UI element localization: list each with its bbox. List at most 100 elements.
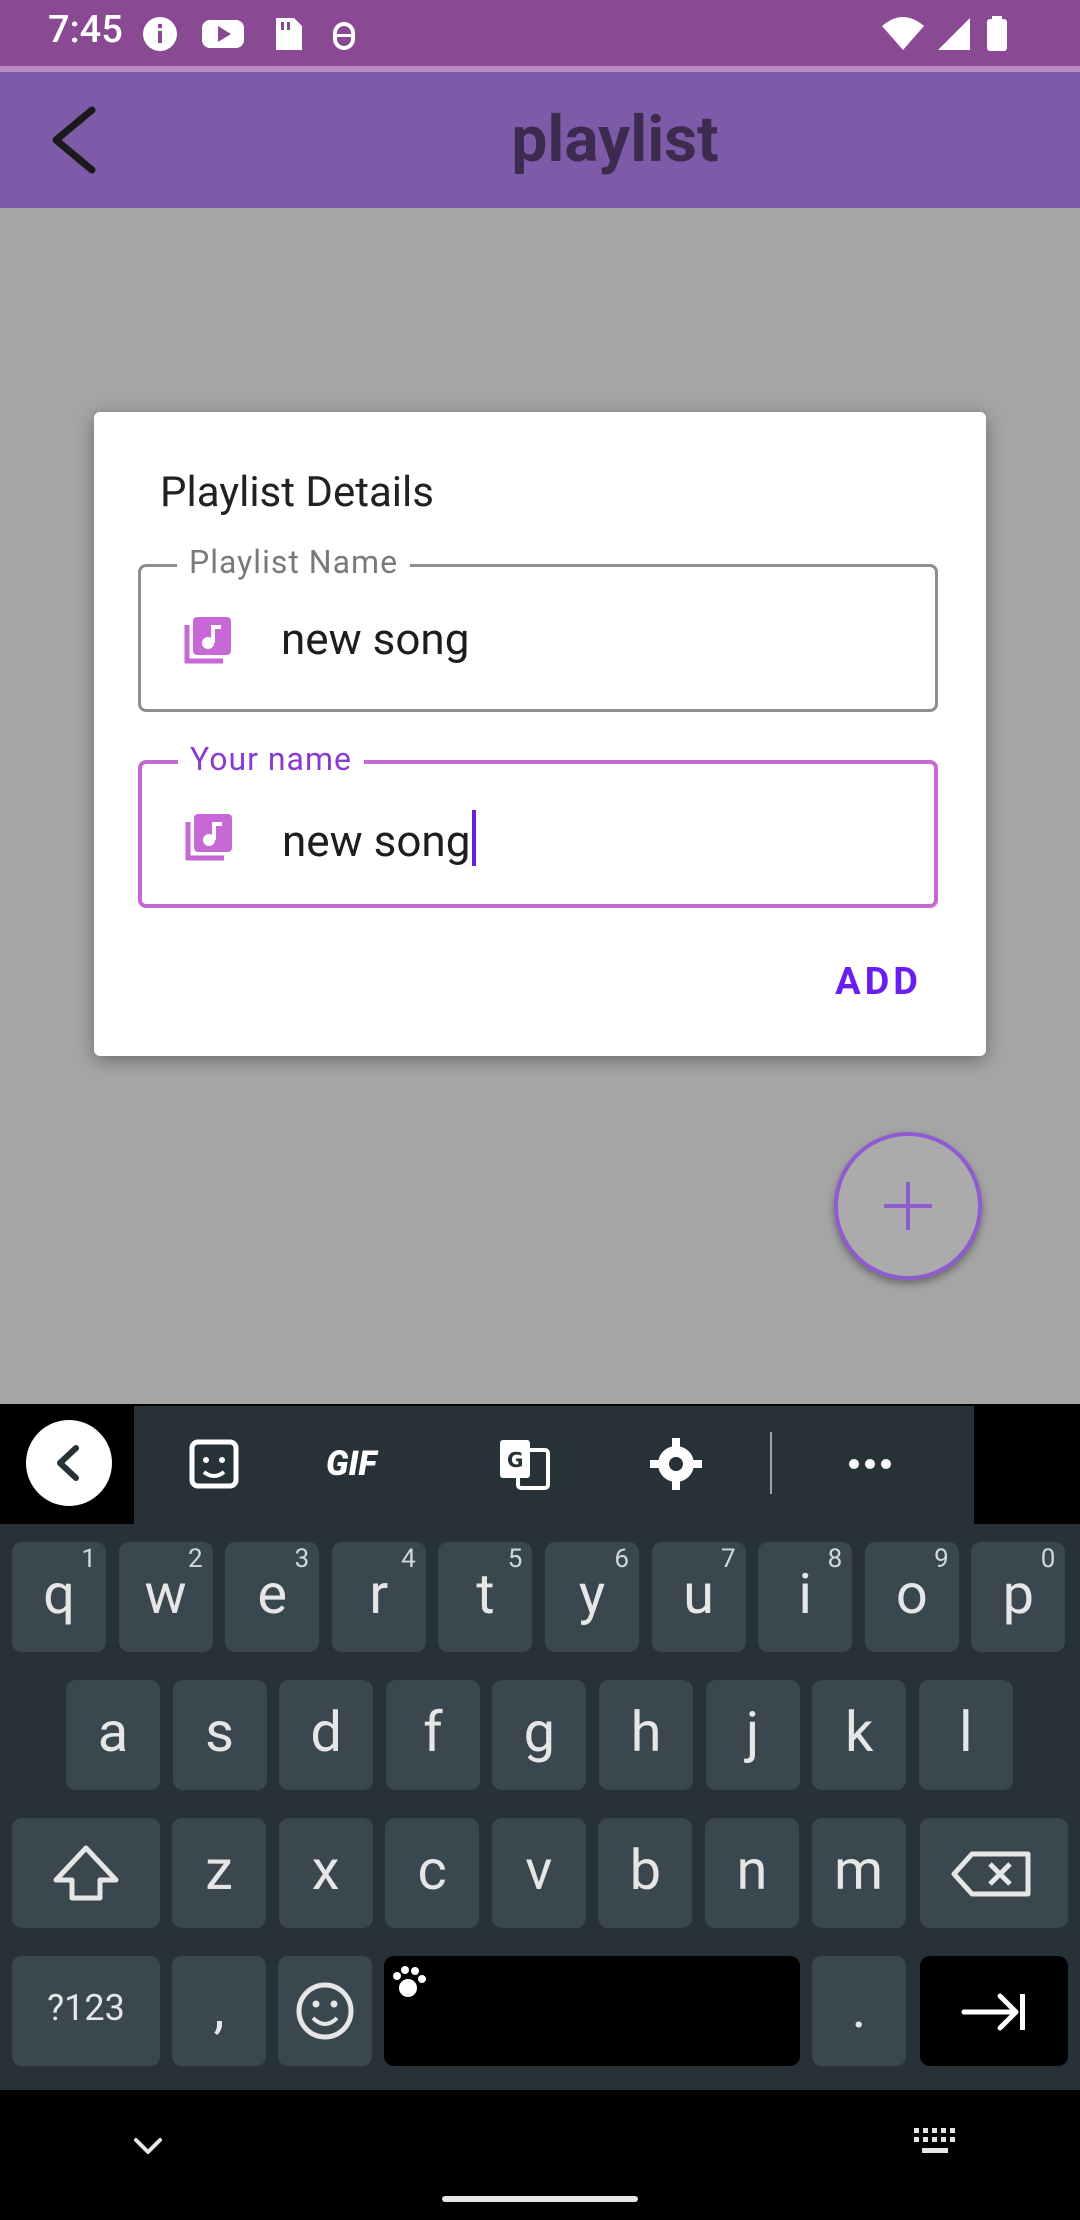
key-label: i xyxy=(798,1561,812,1627)
key-n[interactable]: n xyxy=(705,1818,799,1928)
key-label: w xyxy=(144,1561,187,1627)
key-label: p xyxy=(1002,1561,1035,1627)
text-cursor xyxy=(472,810,477,866)
settings-icon[interactable] xyxy=(646,1434,706,1494)
key-j[interactable]: j xyxy=(705,1680,800,1790)
backspace-icon xyxy=(951,1851,1031,1897)
paw-icon xyxy=(393,1966,426,1997)
your-name-input[interactable]: new song xyxy=(282,810,477,867)
key-a[interactable]: a xyxy=(66,1680,160,1790)
sd-card-icon xyxy=(276,18,302,50)
playlist-name-label: Playlist Name xyxy=(177,543,411,581)
chevron-left-icon xyxy=(57,1445,79,1481)
svg-text:G: G xyxy=(507,1448,523,1472)
key-hint: 4 xyxy=(401,1544,416,1574)
keyboard-toolbar: GIF G xyxy=(0,1404,1080,1524)
navigation-bar xyxy=(0,2090,1080,2220)
key-label: e xyxy=(257,1561,288,1627)
battery-icon xyxy=(987,16,1007,51)
tab-next-icon xyxy=(961,1993,1025,2031)
key-hint: 7 xyxy=(720,1544,736,1574)
translate-icon[interactable]: G xyxy=(494,1434,554,1494)
emoji-key[interactable] xyxy=(278,1956,372,2066)
soft-keyboard: GIF G q1w2e3r4t5y6u7i8o9p0 asdfghjkl zxc… xyxy=(0,1404,1080,2090)
key-m[interactable]: m xyxy=(811,1818,906,1928)
key-label: o xyxy=(895,1561,928,1627)
key-s[interactable]: s xyxy=(172,1680,267,1790)
your-name-label: Your name xyxy=(178,740,364,778)
key-l[interactable]: l xyxy=(918,1680,1013,1790)
page-title: playlist xyxy=(511,102,719,177)
playlist-name-field[interactable]: Playlist Name new song xyxy=(138,543,938,712)
more-icon[interactable] xyxy=(840,1434,900,1494)
key-o[interactable]: o9 xyxy=(864,1542,959,1652)
youtube-icon xyxy=(202,20,244,48)
key-label: r xyxy=(369,1561,389,1627)
key-hint: 0 xyxy=(1040,1544,1056,1574)
key-k[interactable]: k xyxy=(812,1680,907,1790)
key-hint: 1 xyxy=(81,1544,96,1574)
backspace-key[interactable] xyxy=(920,1818,1068,1928)
next-key[interactable] xyxy=(920,1956,1068,2066)
wifi-icon xyxy=(882,17,924,50)
period-key[interactable]: . xyxy=(812,1956,906,2066)
key-v[interactable]: v xyxy=(491,1818,586,1928)
sticker-icon[interactable] xyxy=(184,1434,244,1494)
key-label: q xyxy=(43,1561,75,1627)
key-label: u xyxy=(683,1561,715,1627)
key-y[interactable]: y6 xyxy=(545,1542,639,1652)
your-name-field[interactable]: Your name new song xyxy=(138,740,938,908)
key-hint: 3 xyxy=(294,1544,310,1574)
key-f[interactable]: f xyxy=(385,1680,480,1790)
key-label: t xyxy=(476,1561,495,1627)
toolbar-divider xyxy=(770,1432,772,1494)
key-c[interactable]: c xyxy=(385,1818,480,1928)
key-p[interactable]: p0 xyxy=(971,1542,1066,1652)
chevron-down-icon[interactable] xyxy=(128,2126,168,2166)
playlist-details-dialog: Playlist Details Playlist Name new song … xyxy=(94,412,986,1056)
keyboard-tools: GIF G xyxy=(134,1406,974,1524)
key-w[interactable]: w2 xyxy=(118,1542,213,1652)
keyboard-collapse-button[interactable] xyxy=(26,1420,112,1506)
add-button[interactable]: ADD xyxy=(835,960,922,1004)
key-b[interactable]: b xyxy=(598,1818,693,1928)
key-q[interactable]: q1 xyxy=(12,1542,106,1652)
keyboard-switch-icon[interactable] xyxy=(912,2124,958,2160)
comma-key[interactable]: , xyxy=(172,1956,266,2066)
key-hint: 8 xyxy=(827,1544,843,1574)
dialog-title: Playlist Details xyxy=(160,468,434,517)
key-hint: 6 xyxy=(614,1544,629,1574)
symbols-key[interactable]: ?123 xyxy=(12,1956,160,2066)
signal-icon xyxy=(938,18,970,50)
key-x[interactable]: x xyxy=(278,1818,373,1928)
info-icon xyxy=(143,17,177,51)
app-bar: playlist xyxy=(0,72,1080,208)
add-playlist-fab[interactable] xyxy=(834,1132,982,1280)
key-i[interactable]: i8 xyxy=(758,1542,853,1652)
key-u[interactable]: u7 xyxy=(651,1542,746,1652)
status-bar: 7:45 xyxy=(0,0,1080,66)
key-t[interactable]: t5 xyxy=(438,1542,533,1652)
key-h[interactable]: h xyxy=(599,1680,693,1790)
library-music-icon xyxy=(184,617,231,664)
debug-icon xyxy=(333,22,355,50)
library-music-icon xyxy=(185,814,232,861)
space-key[interactable] xyxy=(384,1956,800,2066)
emoji-icon xyxy=(296,1982,354,2040)
key-r[interactable]: r4 xyxy=(331,1542,426,1652)
key-z[interactable]: z xyxy=(172,1818,266,1928)
playlist-name-input[interactable]: new song xyxy=(281,613,469,665)
your-name-value: new song xyxy=(282,815,471,867)
shift-key[interactable] xyxy=(12,1818,160,1928)
key-g[interactable]: g xyxy=(492,1680,587,1790)
key-hint: 5 xyxy=(507,1544,523,1574)
key-d[interactable]: d xyxy=(279,1680,374,1790)
home-indicator[interactable] xyxy=(442,2196,638,2202)
key-hint: 9 xyxy=(934,1544,949,1574)
key-hint: 2 xyxy=(187,1544,203,1574)
status-time: 7:45 xyxy=(48,8,123,52)
gif-button[interactable]: GIF xyxy=(326,1434,406,1494)
shift-icon xyxy=(53,1845,119,1901)
key-e[interactable]: e3 xyxy=(225,1542,320,1652)
key-label: y xyxy=(578,1561,606,1627)
